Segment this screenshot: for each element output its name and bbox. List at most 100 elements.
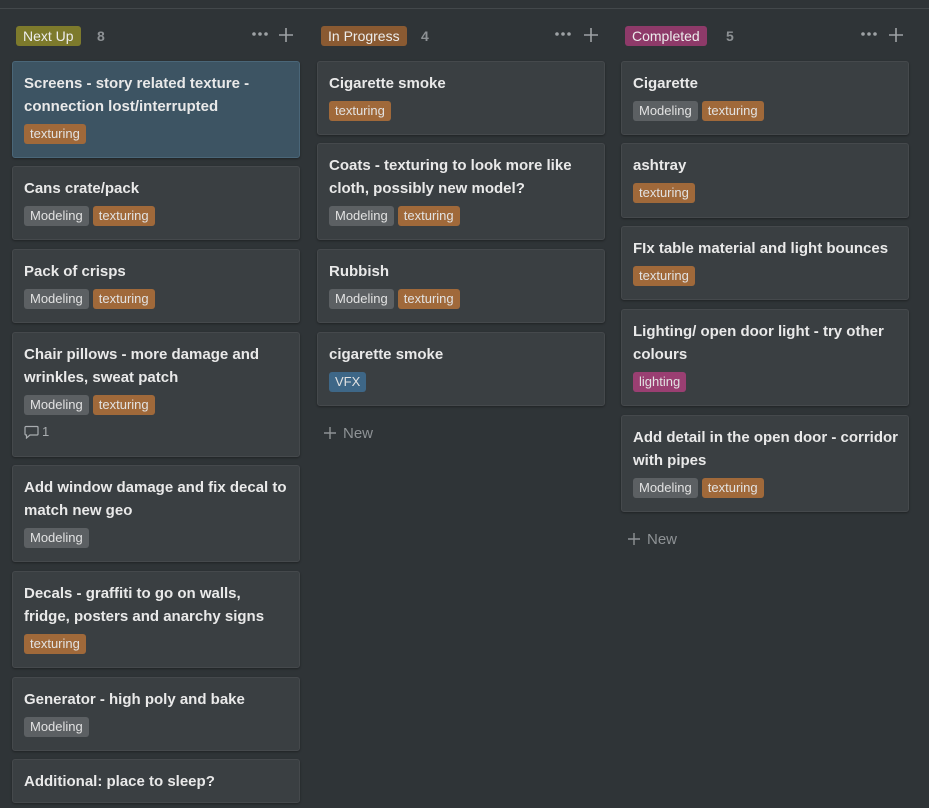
card-tags: Modeling texturing xyxy=(24,206,289,226)
card-tags: lighting xyxy=(633,372,898,392)
card-title: Screens - story related texture - connec… xyxy=(24,75,250,115)
tag-modeling: Modeling xyxy=(24,206,89,226)
task-card[interactable]: Additional: place to sleep? xyxy=(12,759,300,803)
card-title: Add window damage and fix decal to match… xyxy=(24,479,287,519)
card-title: Coats - texturing to look more like clot… xyxy=(329,157,572,197)
tag-texturing: texturing xyxy=(329,101,391,121)
tag-texturing: texturing xyxy=(397,206,460,226)
card-title: Decals - graffiti to go on walls, fridge… xyxy=(24,585,265,625)
card-title: Cigarette smoke xyxy=(329,75,446,92)
card-title: Add detail in the open door - corridor w… xyxy=(633,429,898,469)
card-tags: texturing xyxy=(24,124,289,144)
card-tags: Modeling texturing xyxy=(329,289,594,309)
tag-modeling: Modeling xyxy=(633,478,698,498)
tag-texturing: texturing xyxy=(633,183,695,203)
tag-lighting: lighting xyxy=(633,372,687,392)
column-header: In Progress 4 xyxy=(317,26,605,48)
card-title: Chair pillows - more damage and wrinkles… xyxy=(24,346,260,386)
task-card[interactable]: cigarette smoke VFX xyxy=(317,332,605,406)
tag-texturing: texturing xyxy=(701,101,764,121)
comment-count-value: 1 xyxy=(42,424,50,439)
tag-texturing: texturing xyxy=(701,478,764,498)
task-card[interactable]: Decals - graffiti to go on walls, fridge… xyxy=(12,571,300,668)
card-title: Cans crate/pack xyxy=(24,180,140,197)
plus-icon[interactable] xyxy=(278,24,294,46)
card-tags: Modeling texturing xyxy=(24,289,289,309)
column-completed: Completed 5 Cigarette Modeling texturing asht… xyxy=(621,0,909,808)
card-tags: texturing xyxy=(633,183,898,203)
column-header: Completed 5 xyxy=(621,26,909,48)
task-card[interactable]: Add detail in the open door - corridor w… xyxy=(621,415,909,512)
card-title: Cigarette xyxy=(633,75,699,92)
column-title-badge[interactable]: Completed xyxy=(625,26,707,46)
column-next-up: Next Up 8 Screens - story related texture … xyxy=(12,0,300,808)
column-title-badge[interactable]: In Progress xyxy=(321,26,407,46)
card-tags: VFX xyxy=(329,372,594,392)
plus-icon[interactable] xyxy=(888,24,904,46)
tag-texturing: texturing xyxy=(633,266,695,286)
tag-texturing: texturing xyxy=(24,634,86,654)
task-card[interactable]: Chair pillows - more damage and wrinkles… xyxy=(12,332,300,457)
new-card-button[interactable]: New xyxy=(323,422,373,444)
card-tags: Modeling texturing xyxy=(633,478,898,498)
card-title: Pack of crisps xyxy=(24,263,126,280)
card-tags: Modeling xyxy=(24,717,289,737)
card-title: Generator - high poly and bake xyxy=(24,691,245,708)
more-dots-icon[interactable] xyxy=(860,26,878,46)
card-title: FIx table material and light bounces xyxy=(633,240,889,257)
task-card[interactable]: ashtray texturing xyxy=(621,143,909,218)
column-count: 8 xyxy=(97,28,105,44)
card-tags: Modeling xyxy=(24,528,289,548)
tag-vfx: VFX xyxy=(329,372,367,392)
kanban-board: Next Up 8 Screens - story related texture … xyxy=(0,0,929,808)
plus-icon xyxy=(627,528,641,550)
tag-modeling: Modeling xyxy=(24,395,89,415)
card-title: Lighting/ open door light - try other co… xyxy=(633,323,884,363)
tag-texturing: texturing xyxy=(92,289,155,309)
tag-modeling: Modeling xyxy=(24,528,89,548)
card-tags: Modeling texturing xyxy=(633,101,898,121)
tag-modeling: Modeling xyxy=(24,717,89,737)
card-tags: texturing xyxy=(633,266,898,286)
card-title: Rubbish xyxy=(329,263,389,280)
tag-modeling: Modeling xyxy=(24,289,89,309)
task-card[interactable]: Lighting/ open door light - try other co… xyxy=(621,309,909,406)
task-card[interactable]: Cans crate/pack Modeling texturing xyxy=(12,166,300,240)
column-in-progress: In Progress 4 Cigarette smoke texturing Coat… xyxy=(317,0,605,808)
column-header: Next Up 8 xyxy=(12,26,300,48)
task-card[interactable]: Pack of crisps Modeling texturing xyxy=(12,249,300,323)
card-title: cigarette smoke xyxy=(329,346,444,363)
tag-modeling: Modeling xyxy=(329,289,394,309)
comment-icon xyxy=(24,424,42,440)
plus-icon[interactable] xyxy=(583,24,599,46)
task-card[interactable]: Cigarette Modeling texturing xyxy=(621,61,909,135)
column-title-badge[interactable]: Next Up xyxy=(16,26,81,46)
card-tags: Modeling texturing xyxy=(24,395,289,415)
tag-modeling: Modeling xyxy=(329,206,394,226)
new-card-button[interactable]: New xyxy=(627,528,677,550)
tag-texturing: texturing xyxy=(92,395,155,415)
task-card[interactable]: Rubbish Modeling texturing xyxy=(317,249,605,323)
more-dots-icon[interactable] xyxy=(554,26,572,46)
task-card[interactable]: Cigarette smoke texturing xyxy=(317,61,605,135)
card-tags: Modeling texturing xyxy=(329,206,594,226)
tag-texturing: texturing xyxy=(24,124,86,144)
task-card[interactable]: FIx table material and light bounces text… xyxy=(621,226,909,300)
card-title: Additional: place to sleep? xyxy=(24,773,215,790)
task-card[interactable]: Generator - high poly and bake Modeling xyxy=(12,677,300,751)
task-card[interactable]: Coats - texturing to look more like clot… xyxy=(317,143,605,240)
new-card-label: New xyxy=(343,425,374,442)
card-tags: texturing xyxy=(329,101,594,121)
plus-icon xyxy=(323,422,337,444)
tag-texturing: texturing xyxy=(397,289,460,309)
task-card[interactable]: Add window damage and fix decal to match… xyxy=(12,465,300,562)
more-dots-icon[interactable] xyxy=(251,26,269,46)
card-tags: texturing xyxy=(24,634,289,654)
comment-count[interactable]: 1 xyxy=(24,423,289,441)
new-card-label: New xyxy=(647,531,678,548)
task-card[interactable]: Screens - story related texture - connec… xyxy=(12,61,300,158)
card-title: ashtray xyxy=(633,157,687,174)
column-count: 4 xyxy=(421,28,429,44)
column-count: 5 xyxy=(726,28,734,44)
tag-texturing: texturing xyxy=(92,206,155,226)
